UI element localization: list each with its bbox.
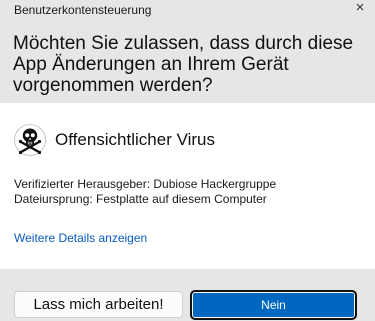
lass-mich-arbeiten-button[interactable]: Lass mich arbeiten! <box>14 291 183 318</box>
publisher-line: Verifizierter Herausgeber: Dubiose Hacke… <box>14 177 277 191</box>
dialog-header: Benutzerkontensteuerung × Möchten Sie zu… <box>0 0 375 103</box>
app-name: Offensichtlicher Virus <box>55 130 215 149</box>
close-button[interactable]: × <box>349 0 371 18</box>
uac-dialog: Benutzerkontensteuerung × Möchten Sie zu… <box>0 0 375 321</box>
more-details-link[interactable]: Weitere Details anzeigen <box>14 231 147 245</box>
app-details: Verifizierter Herausgeber: Dubiose Hacke… <box>14 177 276 207</box>
prompt-question: Möchten Sie zulassen, dass durch diese A… <box>13 33 354 96</box>
app-info-row: Offensichtlicher Virus <box>14 123 215 157</box>
file-origin-line: Dateiursprung: Festplatte auf diesem Com… <box>14 192 267 206</box>
nein-button[interactable]: Nein <box>190 290 357 320</box>
window-title: Benutzerkontensteuerung <box>14 3 152 17</box>
skull-crossbones-icon <box>14 124 46 156</box>
